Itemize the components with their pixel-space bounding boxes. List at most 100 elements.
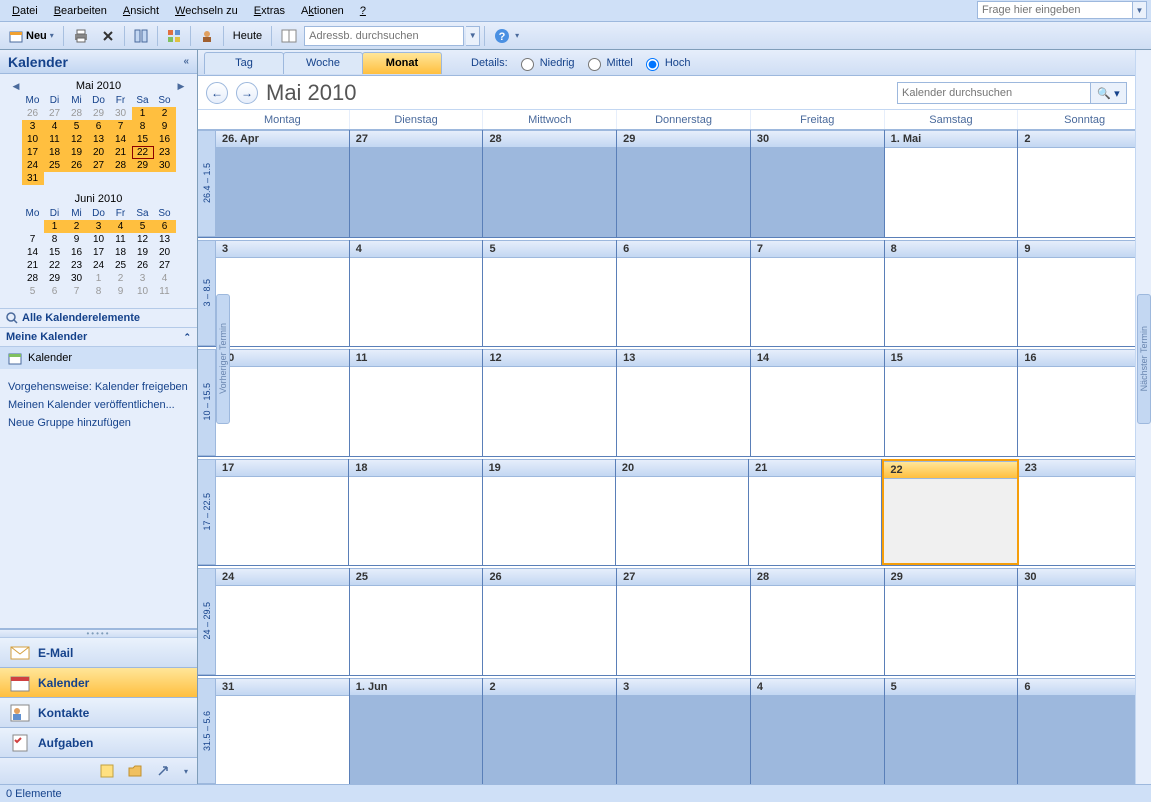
dp-day[interactable]: 26 [22, 107, 44, 120]
day-cell[interactable]: 31 [216, 678, 350, 785]
panes-button[interactable] [129, 25, 153, 47]
dp-day[interactable]: 16 [66, 246, 88, 259]
dp-day[interactable]: 3 [22, 120, 44, 133]
day-body[interactable] [349, 477, 481, 566]
menu-aktionen[interactable]: Aktionen [293, 1, 352, 21]
menu-datei[interactable]: Datei [4, 1, 46, 21]
week-label[interactable]: 10 – 15.5 [198, 349, 216, 456]
dp-day[interactable]: 1 [132, 107, 154, 120]
dp-day[interactable]: 22 [132, 146, 154, 159]
day-body[interactable] [216, 477, 348, 566]
day-body[interactable] [885, 148, 1018, 237]
day-body[interactable] [483, 148, 616, 237]
week-label[interactable]: 31.5 – 5.6 [198, 678, 216, 785]
dp-day[interactable]: 10 [132, 285, 154, 298]
help-button[interactable]: ?▾ [489, 25, 524, 47]
dp-day[interactable]: 28 [110, 159, 132, 172]
day-cell[interactable]: 14 [751, 349, 885, 456]
dp-day[interactable] [132, 172, 154, 185]
next-month[interactable]: → [236, 82, 258, 104]
day-body[interactable] [885, 696, 1018, 785]
day-cell[interactable]: 18 [349, 459, 482, 566]
day-cell[interactable]: 6 [1018, 678, 1151, 785]
day-body[interactable] [216, 148, 349, 237]
link-share-howto[interactable]: Vorgehensweise: Kalender freigeben [8, 381, 189, 393]
sidebar-collapse[interactable]: « [183, 56, 189, 67]
day-cell[interactable]: 22 [882, 459, 1018, 566]
dp-day[interactable]: 7 [110, 120, 132, 133]
dp-day[interactable]: 21 [22, 259, 44, 272]
nav-calendar[interactable]: Kalender [0, 668, 197, 698]
dp-day[interactable]: 15 [44, 246, 66, 259]
day-body[interactable] [617, 367, 750, 456]
dp-day[interactable]: 27 [44, 107, 66, 120]
dp-day[interactable]: 27 [88, 159, 110, 172]
dp-day[interactable]: 6 [154, 220, 176, 233]
day-cell[interactable]: 4 [751, 678, 885, 785]
day-cell[interactable]: 23 [1019, 459, 1151, 566]
day-body[interactable] [885, 258, 1018, 347]
day-cell[interactable]: 3 [617, 678, 751, 785]
day-body[interactable] [1018, 586, 1151, 675]
day-cell[interactable]: 10 [216, 349, 350, 456]
dp-day[interactable]: 3 [132, 272, 154, 285]
dp-day[interactable]: 26 [66, 159, 88, 172]
dp-day[interactable]: 17 [88, 246, 110, 259]
ask-dropdown[interactable]: ▼ [1133, 1, 1147, 19]
delete-button[interactable] [96, 25, 120, 47]
day-body[interactable] [751, 586, 884, 675]
day-cell[interactable]: 1. Jun [350, 678, 484, 785]
dp-day[interactable] [22, 220, 44, 233]
menu-ansicht[interactable]: Ansicht [115, 1, 167, 21]
dp-day[interactable] [66, 172, 88, 185]
day-body[interactable] [617, 696, 750, 785]
day-body[interactable] [350, 367, 483, 456]
addressbook-search-dropdown[interactable]: ▼ [466, 26, 480, 46]
nav-contacts[interactable]: Kontakte [0, 698, 197, 728]
dp-day[interactable]: 1 [44, 220, 66, 233]
day-cell[interactable]: 2 [483, 678, 617, 785]
dp-day[interactable]: 24 [88, 259, 110, 272]
day-body[interactable] [885, 367, 1018, 456]
calendar-item[interactable]: Kalender [0, 347, 197, 369]
day-body[interactable] [1018, 258, 1151, 347]
day-body[interactable] [1018, 148, 1151, 237]
tab-month[interactable]: Monat [362, 52, 442, 74]
day-cell[interactable]: 11 [350, 349, 484, 456]
dp-day[interactable]: 4 [154, 272, 176, 285]
day-body[interactable] [483, 477, 615, 566]
day-cell[interactable]: 13 [617, 349, 751, 456]
day-cell[interactable]: 6 [617, 240, 751, 347]
week-label[interactable]: 3 – 8.5 [198, 240, 216, 347]
day-cell[interactable]: 1. Mai [885, 130, 1019, 237]
dp-day[interactable] [44, 172, 66, 185]
day-body[interactable] [884, 479, 1016, 564]
dp-day[interactable]: 7 [66, 285, 88, 298]
dp-day[interactable]: 22 [44, 259, 66, 272]
day-cell[interactable]: 17 [216, 459, 349, 566]
day-body[interactable] [885, 586, 1018, 675]
dp-day[interactable]: 5 [66, 120, 88, 133]
dp-day[interactable]: 28 [22, 272, 44, 285]
dp-day[interactable]: 13 [154, 233, 176, 246]
day-cell[interactable]: 5 [483, 240, 617, 347]
day-cell[interactable]: 26 [483, 568, 617, 675]
day-body[interactable] [1018, 367, 1151, 456]
dp-day[interactable] [154, 172, 176, 185]
day-cell[interactable]: 21 [749, 459, 882, 566]
dp-day[interactable]: 19 [66, 146, 88, 159]
day-body[interactable] [350, 258, 483, 347]
calendar-search-btn[interactable]: 🔍 ▾ [1091, 82, 1127, 104]
day-cell[interactable]: 30 [751, 130, 885, 237]
day-cell[interactable]: 15 [885, 349, 1019, 456]
dp-day[interactable]: 12 [66, 133, 88, 146]
week-label[interactable]: 17 – 22.5 [198, 459, 216, 566]
shortcuts-button[interactable] [151, 760, 175, 782]
today-button[interactable]: Heute [228, 25, 267, 47]
day-body[interactable] [483, 258, 616, 347]
day-body[interactable] [749, 477, 881, 566]
day-body[interactable] [216, 367, 349, 456]
day-cell[interactable]: 25 [350, 568, 484, 675]
dp-day[interactable]: 2 [110, 272, 132, 285]
day-body[interactable] [350, 586, 483, 675]
